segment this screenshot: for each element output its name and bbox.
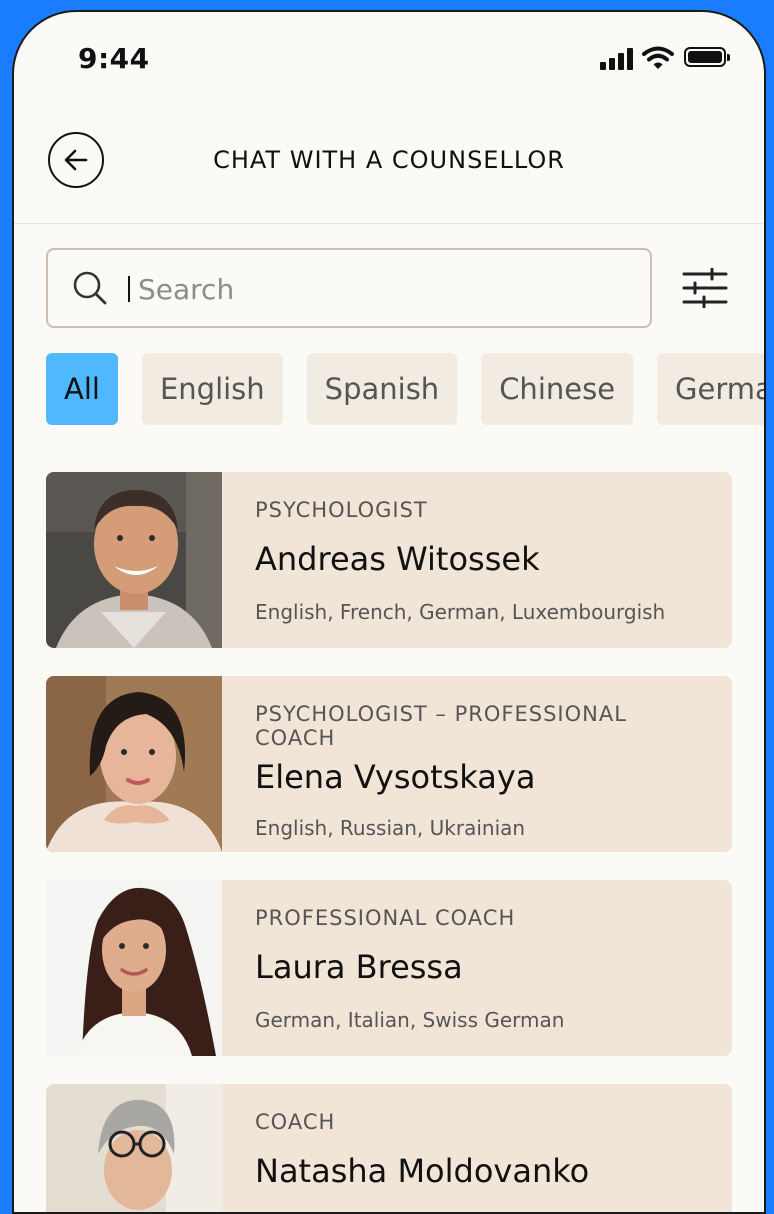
chip-german[interactable]: German: [657, 353, 764, 425]
chip-chinese[interactable]: Chinese: [481, 353, 634, 425]
avatar: [46, 1084, 222, 1212]
wifi-icon: [642, 46, 674, 69]
counsellor-card[interactable]: PROFESSIONAL COACH Laura Bressa German, …: [46, 880, 732, 1056]
search-field[interactable]: [46, 248, 652, 328]
counsellor-languages: English, Russian, Ukrainian: [255, 816, 526, 840]
search-input[interactable]: [136, 262, 620, 316]
filter-sliders-icon[interactable]: [682, 268, 728, 308]
header-divider: [14, 223, 764, 224]
signal-icon: [600, 46, 636, 70]
language-filter-chips: All English Spanish Chinese German: [46, 353, 764, 425]
status-time: 9:44: [78, 42, 150, 75]
counsellor-card[interactable]: PSYCHOLOGIST Andreas Witossek English, F…: [46, 472, 732, 648]
avatar: [46, 880, 222, 1056]
counsellor-role: PSYCHOLOGIST – PROFESSIONAL COACH: [255, 702, 627, 750]
counsellor-name: Andreas Witossek: [255, 540, 540, 578]
battery-icon: [684, 47, 730, 67]
page-title: CHAT WITH A COUNSELLOR: [213, 146, 565, 174]
counsellor-role: COACH: [255, 1110, 336, 1134]
avatar: [46, 676, 222, 852]
chip-all[interactable]: All: [46, 353, 118, 425]
chip-spanish[interactable]: Spanish: [306, 353, 458, 425]
counsellor-languages: English, French, German, Luxembourgish: [255, 600, 666, 624]
avatar: [46, 472, 222, 648]
counsellor-card[interactable]: PSYCHOLOGIST – PROFESSIONAL COACH Elena …: [46, 676, 732, 852]
text-cursor: [128, 276, 130, 302]
phone-screen: 9:44 CHAT WITH A COUNSELLOR Search All E…: [12, 10, 766, 1214]
chip-english[interactable]: English: [141, 353, 283, 425]
counsellor-name: Natasha Moldovanko: [255, 1152, 590, 1190]
counsellor-languages: German, Italian, Swiss German: [255, 1008, 565, 1032]
search-icon: [73, 271, 107, 305]
counsellor-role: PSYCHOLOGIST: [255, 498, 428, 522]
counsellor-name: Laura Bressa: [255, 948, 463, 986]
counsellor-role: PROFESSIONAL COACH: [255, 906, 516, 930]
counsellor-name: Elena Vysotskaya: [255, 758, 536, 796]
counsellor-card[interactable]: COACH Natasha Moldovanko: [46, 1084, 732, 1212]
